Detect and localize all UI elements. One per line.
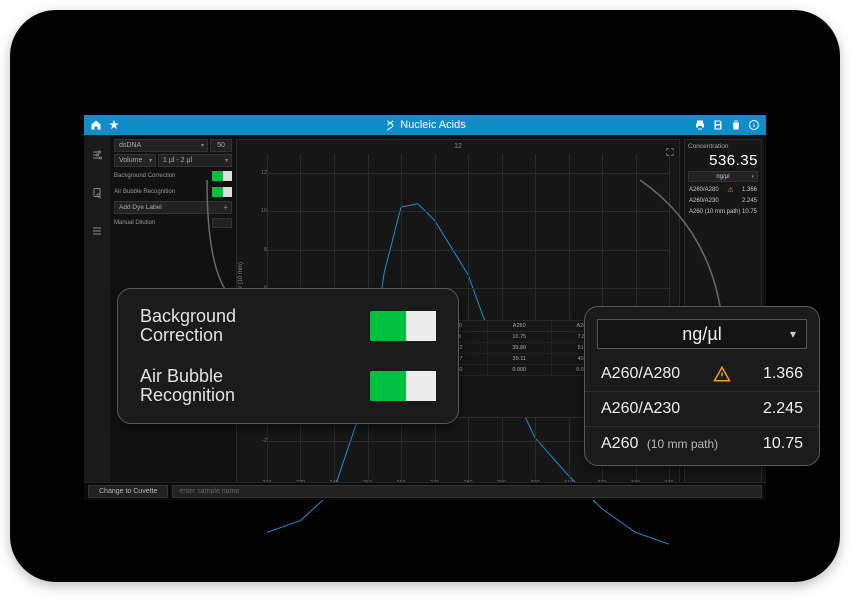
- ratio-row: A260 (10 mm path)10.75: [585, 427, 819, 461]
- warning-icon: [732, 435, 750, 453]
- co-air-label: Air Bubble Recognition: [140, 367, 235, 405]
- ratio-row: A260/A2801.366: [585, 357, 819, 392]
- tablet-frame: Nucleic Acids dsDNA 50: [10, 10, 840, 582]
- co-bg-label: Background Correction: [140, 307, 236, 345]
- co-air-toggle[interactable]: [370, 371, 436, 401]
- callout-ratios: ng/µl A260/A2801.366A260/A2302.245A260 (…: [584, 306, 820, 466]
- ratio-row: A260/A2302.245: [585, 392, 819, 427]
- warning-icon: [713, 400, 731, 418]
- co-unit-select[interactable]: ng/µl: [597, 319, 807, 349]
- warning-icon: [713, 365, 731, 383]
- co-bg-toggle[interactable]: [370, 311, 436, 341]
- callout-corrections: Background Correction Air Bubble Recogni…: [117, 288, 459, 424]
